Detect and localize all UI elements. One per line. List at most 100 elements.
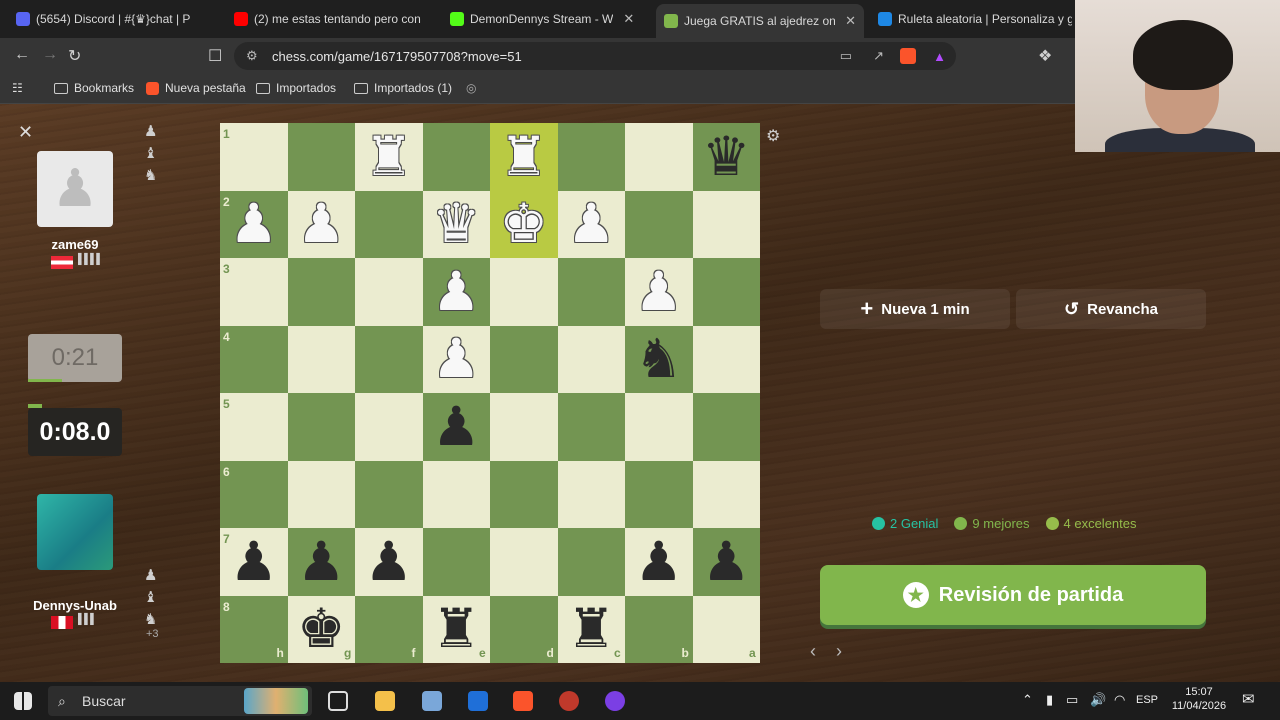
twitch-icon[interactable] bbox=[605, 691, 625, 711]
white-pawn[interactable]: ♟ bbox=[288, 191, 356, 259]
board-square[interactable] bbox=[220, 325, 288, 393]
board-square[interactable] bbox=[490, 528, 558, 596]
game-review-button[interactable]: ★ Revisión de partida bbox=[820, 565, 1206, 625]
board-square[interactable] bbox=[625, 190, 693, 258]
black-knight[interactable]: ♞ bbox=[625, 326, 693, 394]
forward-icon[interactable]: → bbox=[42, 46, 58, 64]
new-tab-link[interactable]: Nueva pestaña bbox=[146, 81, 246, 95]
share-icon[interactable]: ↗ bbox=[873, 48, 884, 64]
white-pawn[interactable]: ♟ bbox=[423, 326, 491, 394]
clock[interactable]: 15:07 11/04/2026 bbox=[1168, 686, 1230, 712]
white-pawn[interactable]: ♟ bbox=[625, 258, 693, 326]
black-pawn[interactable]: ♟ bbox=[625, 528, 693, 596]
best-count[interactable]: 9 mejores bbox=[954, 516, 1030, 531]
white-pawn[interactable]: ♟ bbox=[558, 191, 626, 259]
opponent-avatar[interactable]: ♟ bbox=[37, 151, 113, 227]
board-square[interactable] bbox=[355, 190, 423, 258]
reload-icon[interactable]: ↻ bbox=[68, 46, 81, 66]
board-square[interactable] bbox=[692, 325, 760, 393]
black-pawn[interactable]: ♟ bbox=[693, 528, 761, 596]
excellent-count[interactable]: 4 excelentes bbox=[1045, 516, 1137, 531]
brave-browser-icon[interactable] bbox=[513, 691, 533, 711]
previous-move-icon[interactable]: ‹ bbox=[810, 641, 816, 662]
imported-1-folder[interactable]: Importados (1) bbox=[354, 81, 452, 95]
board-square[interactable] bbox=[625, 123, 693, 191]
app-icon[interactable] bbox=[422, 691, 442, 711]
black-pawn[interactable]: ♟ bbox=[423, 393, 491, 461]
board-square[interactable] bbox=[557, 393, 625, 461]
board-square[interactable] bbox=[355, 460, 423, 528]
black-king[interactable]: ♚ bbox=[288, 596, 356, 664]
browser-tab[interactable]: (5654) Discord | #{♛}chat | P bbox=[8, 6, 226, 32]
board-square[interactable] bbox=[220, 460, 288, 528]
language-indicator[interactable]: ESP bbox=[1136, 694, 1158, 706]
notifications-icon[interactable]: ✉ bbox=[1242, 690, 1255, 708]
next-move-icon[interactable]: › bbox=[836, 641, 842, 662]
board-square[interactable] bbox=[557, 258, 625, 326]
board-square[interactable] bbox=[287, 393, 355, 461]
board-square[interactable] bbox=[692, 393, 760, 461]
browser-tab[interactable]: Juega GRATIS al ajedrez onlin ✕ bbox=[656, 4, 864, 38]
white-king[interactable]: ♚ bbox=[490, 191, 558, 259]
brave-shield-icon[interactable] bbox=[900, 48, 916, 64]
board-square[interactable] bbox=[422, 123, 490, 191]
bookmark-icon[interactable]: ☐ bbox=[208, 46, 222, 66]
wifi-icon[interactable]: ◠ bbox=[1114, 692, 1125, 708]
task-view-icon[interactable] bbox=[328, 691, 348, 711]
white-rook[interactable]: ♜ bbox=[490, 123, 558, 191]
close-tab-icon[interactable]: ✕ bbox=[845, 13, 856, 29]
tray-overflow-icon[interactable]: ⌃ bbox=[1022, 692, 1033, 708]
board-square[interactable] bbox=[422, 528, 490, 596]
imported-folder[interactable]: Importados bbox=[256, 81, 336, 95]
board-square[interactable] bbox=[625, 460, 693, 528]
windows-start-icon[interactable] bbox=[14, 692, 32, 710]
black-pawn[interactable]: ♟ bbox=[355, 528, 423, 596]
microphone-icon[interactable]: ▮ bbox=[1046, 692, 1053, 708]
volume-icon[interactable]: 🔊 bbox=[1090, 692, 1106, 708]
site-info-icon[interactable]: ⚙ bbox=[246, 48, 258, 64]
close-tab-icon[interactable]: ✕ bbox=[623, 11, 634, 27]
opponent-name[interactable]: zame69 bbox=[15, 237, 135, 252]
board-square[interactable] bbox=[557, 460, 625, 528]
rematch-button[interactable]: ↺ Revancha bbox=[1016, 289, 1206, 329]
board-square[interactable] bbox=[287, 460, 355, 528]
board-square[interactable] bbox=[692, 258, 760, 326]
board-square[interactable] bbox=[355, 325, 423, 393]
board-square[interactable] bbox=[220, 258, 288, 326]
board-square[interactable] bbox=[692, 460, 760, 528]
black-rook[interactable]: ♜ bbox=[423, 596, 491, 664]
board-square[interactable] bbox=[692, 190, 760, 258]
board-square[interactable] bbox=[625, 393, 693, 461]
new-game-button[interactable]: + Nueva 1 min bbox=[820, 289, 1010, 329]
browser-tab[interactable]: DemonDennys Stream - W ✕ bbox=[442, 6, 650, 32]
board-square[interactable] bbox=[557, 325, 625, 393]
brave-rewards-icon[interactable]: ▲ bbox=[933, 49, 946, 64]
black-queen[interactable]: ♛ bbox=[693, 123, 761, 191]
cast-icon[interactable]: ▭ bbox=[840, 48, 852, 64]
player-avatar[interactable] bbox=[37, 494, 113, 570]
back-icon[interactable]: ← bbox=[14, 46, 30, 64]
board-square[interactable] bbox=[220, 123, 288, 191]
player-name[interactable]: Dennys-Unab bbox=[15, 598, 135, 613]
board-settings-icon[interactable]: ⚙ bbox=[766, 126, 780, 146]
board-square[interactable] bbox=[490, 325, 558, 393]
globe-icon[interactable]: ◎ bbox=[466, 81, 476, 95]
white-rook[interactable]: ♜ bbox=[355, 123, 423, 191]
board-square[interactable] bbox=[490, 460, 558, 528]
board-square[interactable] bbox=[490, 393, 558, 461]
app-icon[interactable] bbox=[468, 691, 488, 711]
white-pawn[interactable]: ♟ bbox=[220, 191, 288, 259]
board-square[interactable] bbox=[220, 393, 288, 461]
board-square[interactable] bbox=[557, 528, 625, 596]
black-pawn[interactable]: ♟ bbox=[220, 528, 288, 596]
board-square[interactable] bbox=[355, 258, 423, 326]
board-square[interactable] bbox=[287, 325, 355, 393]
browser-tab[interactable]: (2) me estas tentando pero con bbox=[226, 6, 442, 32]
bookmarks-link[interactable]: Bookmarks bbox=[54, 81, 134, 95]
board-square[interactable] bbox=[287, 123, 355, 191]
address-bar[interactable]: ⚙ chess.com/game/167179507708?move=51 ▭ … bbox=[234, 42, 956, 70]
browser-tab[interactable]: Ruleta aleatoria | Personaliza y gir bbox=[870, 6, 1080, 32]
board-square[interactable] bbox=[422, 460, 490, 528]
file-explorer-icon[interactable] bbox=[375, 691, 395, 711]
taskbar-search[interactable]: ⌕ Buscar bbox=[48, 686, 312, 716]
